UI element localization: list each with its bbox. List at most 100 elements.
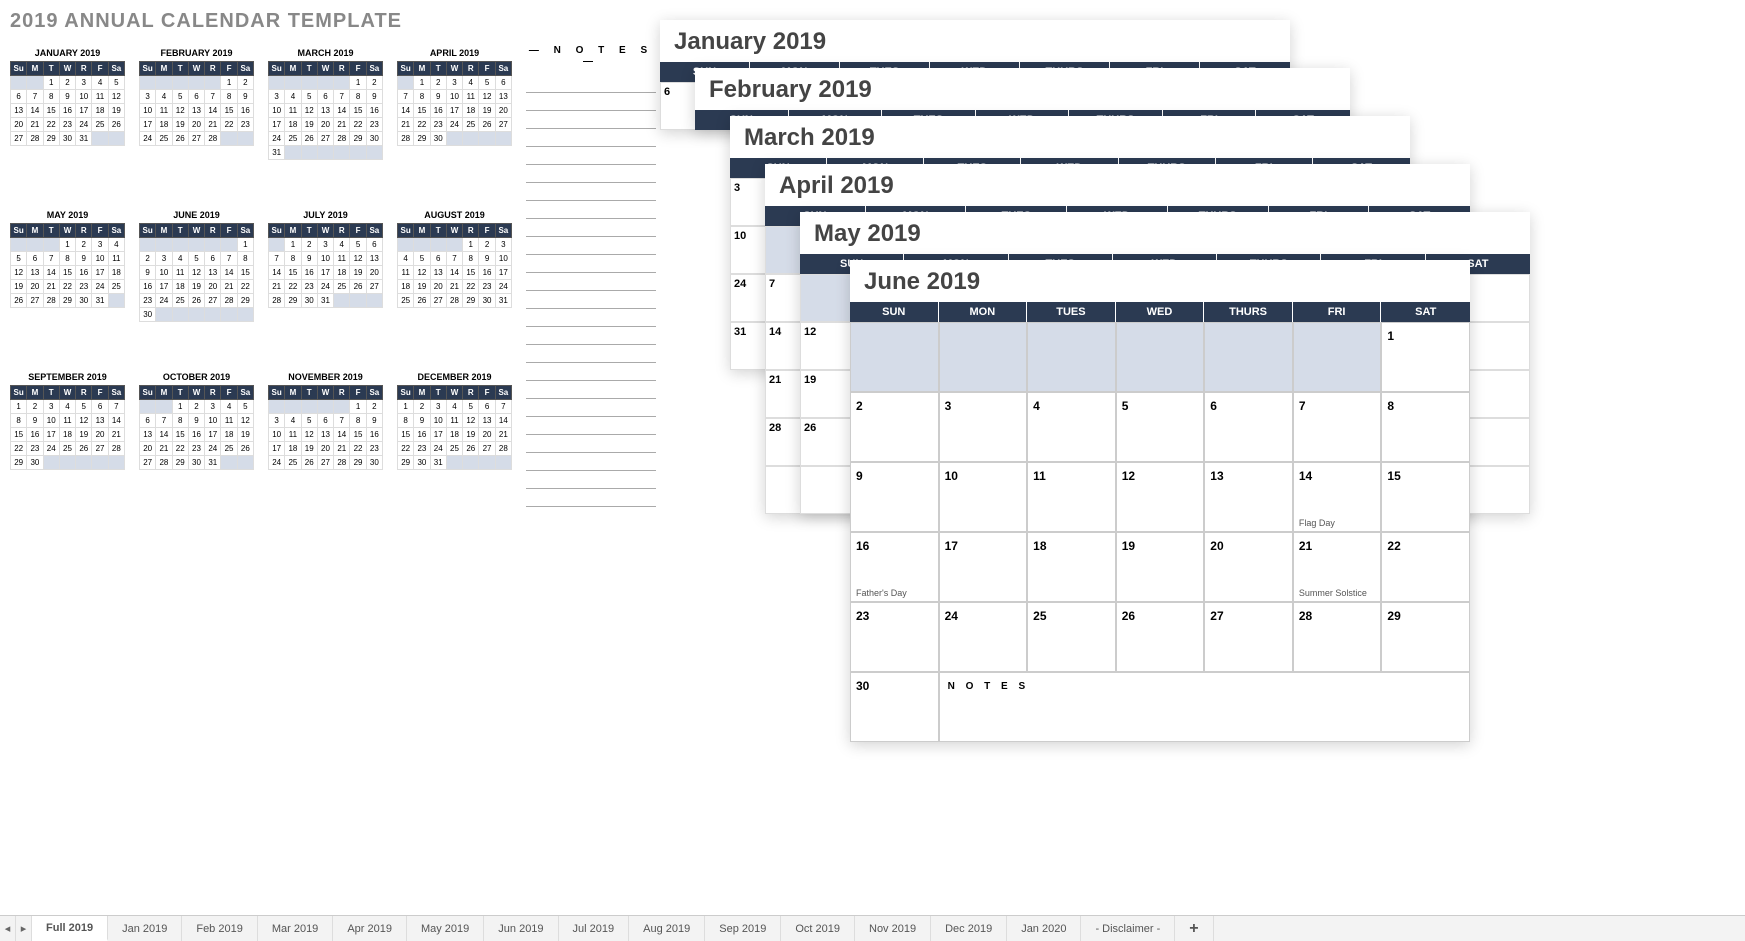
- mini-day-cell: [43, 238, 59, 252]
- notes-line[interactable]: [526, 129, 656, 147]
- mini-day-cell: 15: [11, 428, 27, 442]
- notes-line[interactable]: [526, 165, 656, 183]
- tab-nav-next[interactable]: ▸: [16, 916, 32, 941]
- june-notes[interactable]: N O T E S: [939, 672, 1470, 742]
- mini-day-cell: 3: [269, 90, 285, 104]
- notes-line[interactable]: [526, 327, 656, 345]
- june-day-cell[interactable]: 1: [1381, 322, 1470, 392]
- notes-line[interactable]: [526, 93, 656, 111]
- notes-line[interactable]: [526, 345, 656, 363]
- june-day-cell[interactable]: 12: [1116, 462, 1205, 532]
- sheet-tab[interactable]: Jan 2019: [108, 916, 182, 941]
- mini-day-cell: [446, 132, 462, 146]
- add-sheet-button[interactable]: +: [1175, 916, 1213, 941]
- notes-line[interactable]: [526, 471, 656, 489]
- june-day-cell[interactable]: 13: [1204, 462, 1293, 532]
- notes-line[interactable]: [526, 273, 656, 291]
- notes-line[interactable]: [526, 363, 656, 381]
- notes-line[interactable]: [526, 417, 656, 435]
- notes-line[interactable]: [526, 147, 656, 165]
- mini-day-cell: [108, 456, 124, 470]
- june-day-cell[interactable]: 14Flag Day: [1293, 462, 1382, 532]
- notes-line[interactable]: [526, 219, 656, 237]
- mini-day-header: W: [59, 224, 75, 238]
- june-day-cell[interactable]: 28: [1293, 602, 1382, 672]
- june-day-cell[interactable]: 15: [1381, 462, 1470, 532]
- june-day-cell[interactable]: 4: [1027, 392, 1116, 462]
- mini-day-header: T: [43, 62, 59, 76]
- notes-line[interactable]: [526, 75, 656, 93]
- june-day-cell[interactable]: 25: [1027, 602, 1116, 672]
- notes-line[interactable]: [526, 435, 656, 453]
- june-day-cell[interactable]: 29: [1381, 602, 1470, 672]
- notes-line[interactable]: [526, 255, 656, 273]
- mini-day-cell: 12: [414, 266, 430, 280]
- notes-line[interactable]: [526, 111, 656, 129]
- june-day-cell[interactable]: 7: [1293, 392, 1382, 462]
- sheet-tab[interactable]: Mar 2019: [258, 916, 333, 941]
- june-day-cell[interactable]: 24: [939, 602, 1028, 672]
- sheet-tab[interactable]: Sep 2019: [705, 916, 781, 941]
- notes-line[interactable]: [526, 309, 656, 327]
- june-day-cell[interactable]: 20: [1204, 532, 1293, 602]
- mini-day-cell: 8: [221, 90, 237, 104]
- mini-day-cell: 27: [205, 294, 221, 308]
- june-day-cell[interactable]: 8: [1381, 392, 1470, 462]
- mini-day-header: R: [205, 224, 221, 238]
- june-day-cell[interactable]: 3: [939, 392, 1028, 462]
- june-day-cell[interactable]: 26: [1116, 602, 1205, 672]
- june-day-cell[interactable]: 23: [850, 602, 939, 672]
- june-day-cell[interactable]: 10: [939, 462, 1028, 532]
- june-day-cell[interactable]: 18: [1027, 532, 1116, 602]
- sheet-tab[interactable]: May 2019: [407, 916, 484, 941]
- june-day-cell[interactable]: 30: [850, 672, 939, 742]
- sheet-tab[interactable]: - Disclaimer -: [1081, 916, 1175, 941]
- mini-day-cell: 15: [414, 104, 430, 118]
- june-day-cell[interactable]: 2: [850, 392, 939, 462]
- mini-day-cell: 17: [317, 266, 333, 280]
- sheet-tab[interactable]: Jan 2020: [1007, 916, 1081, 941]
- sheet-tab[interactable]: Dec 2019: [931, 916, 1007, 941]
- sheet-tab[interactable]: Aug 2019: [629, 916, 705, 941]
- sheet-tab[interactable]: Oct 2019: [781, 916, 855, 941]
- mini-day-header: Sa: [237, 62, 253, 76]
- mini-day-cell: 3: [76, 76, 92, 90]
- june-day-cell[interactable]: 21Summer Solstice: [1293, 532, 1382, 602]
- sheet-tab[interactable]: Jun 2019: [484, 916, 558, 941]
- june-day-cell[interactable]: 27: [1204, 602, 1293, 672]
- sheet-tab[interactable]: Nov 2019: [855, 916, 931, 941]
- mini-day-cell: 13: [366, 252, 382, 266]
- sheet-tab[interactable]: Apr 2019: [333, 916, 407, 941]
- june-day-cell[interactable]: 16Father's Day: [850, 532, 939, 602]
- june-day-cell[interactable]: 19: [1116, 532, 1205, 602]
- june-day-cell[interactable]: 22: [1381, 532, 1470, 602]
- june-day-cell: [850, 322, 939, 392]
- mini-day-cell: 26: [301, 132, 317, 146]
- notes-line[interactable]: [526, 399, 656, 417]
- june-day-cell[interactable]: 11: [1027, 462, 1116, 532]
- mini-day-cell: 31: [205, 456, 221, 470]
- mini-day-cell: 18: [463, 104, 479, 118]
- notes-line[interactable]: [526, 291, 656, 309]
- june-day-cell[interactable]: 9: [850, 462, 939, 532]
- notes-line[interactable]: [526, 381, 656, 399]
- notes-line[interactable]: [526, 201, 656, 219]
- tab-nav-prev[interactable]: ◂: [0, 916, 16, 941]
- mini-day-cell: 15: [43, 104, 59, 118]
- notes-line[interactable]: [526, 453, 656, 471]
- notes-line[interactable]: [526, 237, 656, 255]
- mini-day-cell: 7: [446, 252, 462, 266]
- notes-line[interactable]: [526, 489, 656, 507]
- sheet-tab[interactable]: Jul 2019: [559, 916, 630, 941]
- mini-month-title: MARCH 2019: [268, 45, 383, 61]
- mini-day-cell: 7: [495, 400, 511, 414]
- mini-day-cell: [479, 132, 495, 146]
- june-day-cell[interactable]: 6: [1204, 392, 1293, 462]
- sheet-tab[interactable]: Full 2019: [32, 916, 108, 941]
- june-day-cell[interactable]: 17: [939, 532, 1028, 602]
- sheet-tab[interactable]: Feb 2019: [182, 916, 257, 941]
- mini-day-cell: 8: [237, 252, 253, 266]
- june-day-cell[interactable]: 5: [1116, 392, 1205, 462]
- mini-day-cell: 7: [334, 90, 350, 104]
- notes-line[interactable]: [526, 183, 656, 201]
